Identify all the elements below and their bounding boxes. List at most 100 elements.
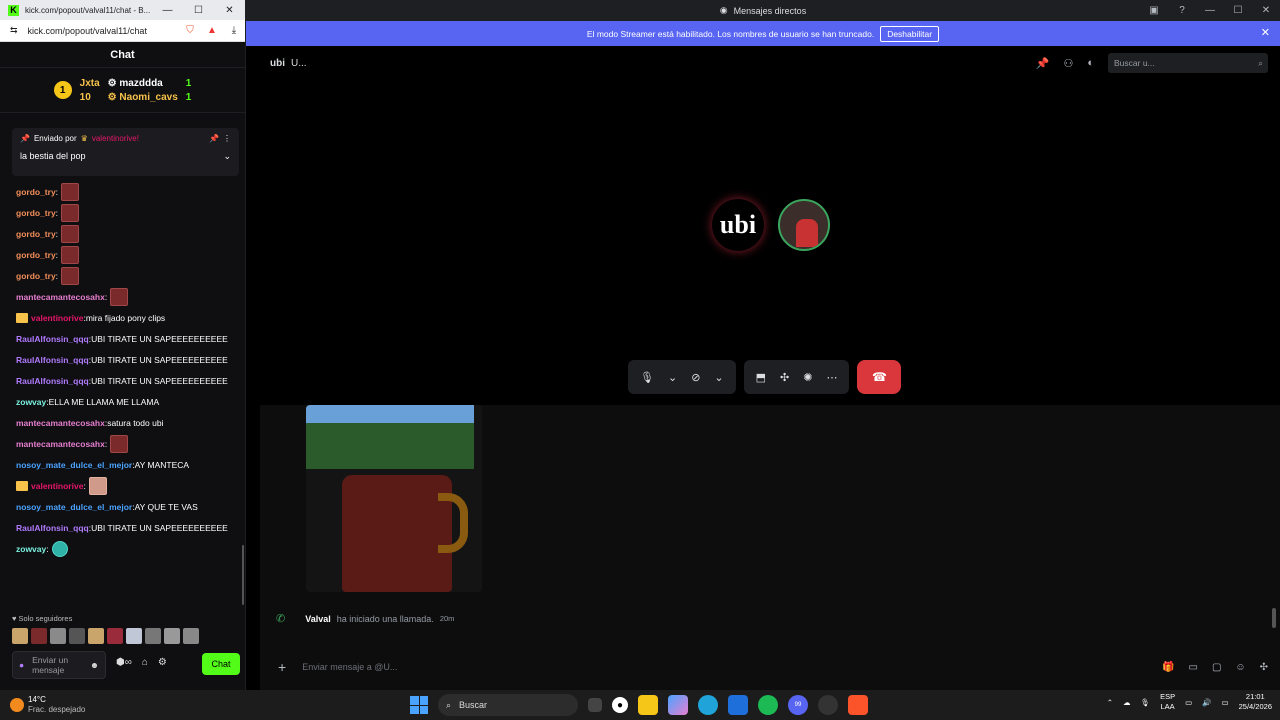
chatgpt-icon[interactable] [818, 695, 838, 715]
add-friend-icon[interactable]: ⚇ [1063, 57, 1073, 70]
message-input[interactable]: + Enviar mensaje a @U... 🎁 ▭ ▢ ☺ ✣ [266, 651, 1276, 683]
maximize-button[interactable]: ☐ [1224, 5, 1252, 16]
discord-icon[interactable]: 99 [788, 695, 808, 715]
brave-shield-icon[interactable]: ⛉ [179, 25, 201, 36]
camera-off-icon[interactable]: ⊘ [691, 371, 700, 384]
chat-username[interactable]: mantecamantecosahx [16, 438, 105, 451]
chat-message[interactable]: nosoy_mate_dulce_el_mejor: AY QUE TE VAS [16, 497, 240, 517]
help-icon[interactable]: ? [1168, 5, 1196, 16]
microphone-icon[interactable]: 🎙 [640, 371, 654, 384]
chat-message[interactable]: RaulAlfonsin_qqq: UBI TIRATE UN SAPEEEEE… [16, 350, 240, 370]
chat-username[interactable]: mantecamantecosahx [16, 291, 105, 304]
chat-message[interactable]: mantecamantecosahx: [16, 287, 240, 307]
url-text[interactable]: kick.com/popout/valval11/chat [28, 26, 179, 36]
chat-username[interactable]: gordo_try [16, 207, 56, 220]
activity-control-group[interactable]: ⬒ ✣ ✺ ⋯ [743, 360, 850, 394]
emote-button[interactable] [88, 628, 104, 644]
gift-icon[interactable]: 🎁 [1162, 662, 1174, 673]
hang-up-button[interactable]: ☎ [857, 360, 902, 394]
chat-username[interactable]: nosoy_mate_dulce_el_mejor [16, 459, 132, 472]
avatar[interactable] [778, 199, 830, 251]
gift-leaderboard[interactable]: 1 Jxta 10 ⚙ mazddda ⚙ Naomi_cavs 1 1 [0, 68, 245, 113]
chat-username[interactable]: gordo_try [16, 249, 56, 262]
pinned-message[interactable]: 📌 Enviado por ♛ valentinorive! 📌 ⋮ la be… [12, 128, 239, 176]
chat-username[interactable]: nosoy_mate_dulce_el_mejor [16, 501, 132, 514]
close-button[interactable]: ✕ [1252, 5, 1280, 16]
mic-tray-icon[interactable]: 🎙 [1141, 698, 1151, 707]
chat-message[interactable]: gordo_try: [16, 224, 240, 244]
chat-username[interactable]: zowvay [16, 543, 46, 556]
emoji-icon[interactable]: ☻ [90, 660, 99, 670]
screen-share-icon[interactable]: ⬒ [756, 371, 766, 384]
site-settings-icon[interactable]: ⇆ [10, 25, 18, 36]
chat-username[interactable]: RaulAlfonsin_qqq [16, 375, 89, 388]
settings-gear-icon[interactable]: ⚙ [158, 657, 167, 668]
chat-message[interactable]: valentinorive: mira fijado pony clips [16, 308, 240, 328]
chat-username[interactable]: valentinorive [31, 480, 83, 493]
download-icon[interactable]: ⤓ [223, 25, 245, 36]
spotify-icon[interactable] [758, 695, 778, 715]
apps-icon[interactable]: ✣ [1260, 662, 1268, 673]
chat-message[interactable]: RaulAlfonsin_qqq: UBI TIRATE UN SAPEEEEE… [16, 518, 240, 538]
chevron-down-icon[interactable]: ⌄ [714, 371, 723, 384]
chat-username[interactable]: RaulAlfonsin_qqq [16, 522, 89, 535]
chat-message[interactable]: gordo_try: [16, 203, 240, 223]
chat-username[interactable]: RaulAlfonsin_qqq [16, 333, 89, 346]
emote-button[interactable] [145, 628, 161, 644]
emote-button[interactable] [50, 628, 66, 644]
chat-message[interactable]: RaulAlfonsin_qqq: UBI TIRATE UN SAPEEEEE… [16, 371, 240, 391]
chat-message-input[interactable]: ● Enviar un mensaje ☻ [12, 651, 106, 679]
windows-start-icon[interactable] [410, 696, 428, 714]
maximize-button[interactable]: ☐ [183, 5, 214, 16]
emote-button[interactable] [107, 628, 123, 644]
chevron-down-icon[interactable]: ⌄ [223, 151, 231, 162]
chat-message[interactable]: nosoy_mate_dulce_el_mejor: AY MANTECA [16, 455, 240, 475]
chat-message[interactable]: zowvay: [16, 539, 240, 559]
brave-icon[interactable] [848, 695, 868, 715]
chat-username[interactable]: RaulAlfonsin_qqq [16, 354, 89, 367]
taskbar-search[interactable]: ⌕ Buscar [438, 694, 578, 716]
minimize-button[interactable]: — [152, 5, 183, 16]
chat-username[interactable]: gordo_try [16, 228, 56, 241]
brave-rewards-icon[interactable]: ▲ [201, 25, 223, 36]
weather-widget[interactable]: 14°C Frac. despejado [0, 695, 300, 715]
chevron-down-icon[interactable]: ⌄ [668, 371, 677, 384]
gif-icon[interactable]: ▭ [1188, 662, 1197, 673]
cloud-icon[interactable]: ☁ [1123, 698, 1131, 707]
activities-icon[interactable]: ✣ [780, 371, 789, 384]
add-attachment-icon[interactable]: + [278, 659, 286, 675]
emote-button[interactable] [69, 628, 85, 644]
chat-username[interactable]: valentinorive [31, 312, 83, 325]
emote-button[interactable] [31, 628, 47, 644]
chat-message[interactable]: gordo_try: [16, 245, 240, 265]
clock[interactable]: 21:01 25/4/2026 [1239, 692, 1272, 712]
chat-message[interactable]: mantecamantecosahx: [16, 434, 240, 454]
chat-message[interactable]: gordo_try: [16, 266, 240, 286]
search-input[interactable]: Buscar u... ⌕ [1108, 53, 1268, 73]
copilot-icon[interactable] [668, 695, 688, 715]
message-author[interactable]: Valval [305, 614, 331, 624]
file-explorer-icon[interactable] [638, 695, 658, 715]
avatar[interactable]: ubi [712, 199, 764, 251]
chat-username[interactable]: mantecamantecosahx [16, 417, 105, 430]
kicks-icon[interactable]: ⬢∞ [116, 657, 132, 668]
attachment-image[interactable] [306, 405, 482, 592]
address-bar[interactable]: ⇆ kick.com/popout/valval11/chat ⛉ ▲ ⤓ [0, 20, 245, 42]
chat-username[interactable]: gordo_try [16, 186, 56, 199]
chat-message[interactable]: valentinorive: [16, 476, 240, 496]
volume-icon[interactable]: 🔊 [1202, 698, 1211, 707]
chat-message[interactable]: gordo_try: [16, 182, 240, 202]
network-icon[interactable]: ▭ [1185, 698, 1192, 707]
emoji-icon[interactable]: ☺ [1235, 662, 1245, 673]
battery-icon[interactable]: ▭ [1222, 698, 1229, 707]
edge-icon[interactable] [698, 695, 718, 715]
chat-message[interactable]: RaulAlfonsin_qqq: UBI TIRATE UN SAPEEEEE… [16, 329, 240, 349]
chat-message[interactable]: zowvay: ELLA ME LLAMA ME LLAMA [16, 392, 240, 412]
chat-send-button[interactable]: Chat [202, 653, 240, 675]
emote-button[interactable] [12, 628, 28, 644]
soundboard-icon[interactable]: ✺ [803, 371, 812, 384]
dm-scrollbar[interactable] [1272, 608, 1276, 628]
unpin-icon[interactable]: 📌 [209, 134, 219, 143]
close-button[interactable]: ✕ [214, 5, 245, 16]
emote-button[interactable] [164, 628, 180, 644]
